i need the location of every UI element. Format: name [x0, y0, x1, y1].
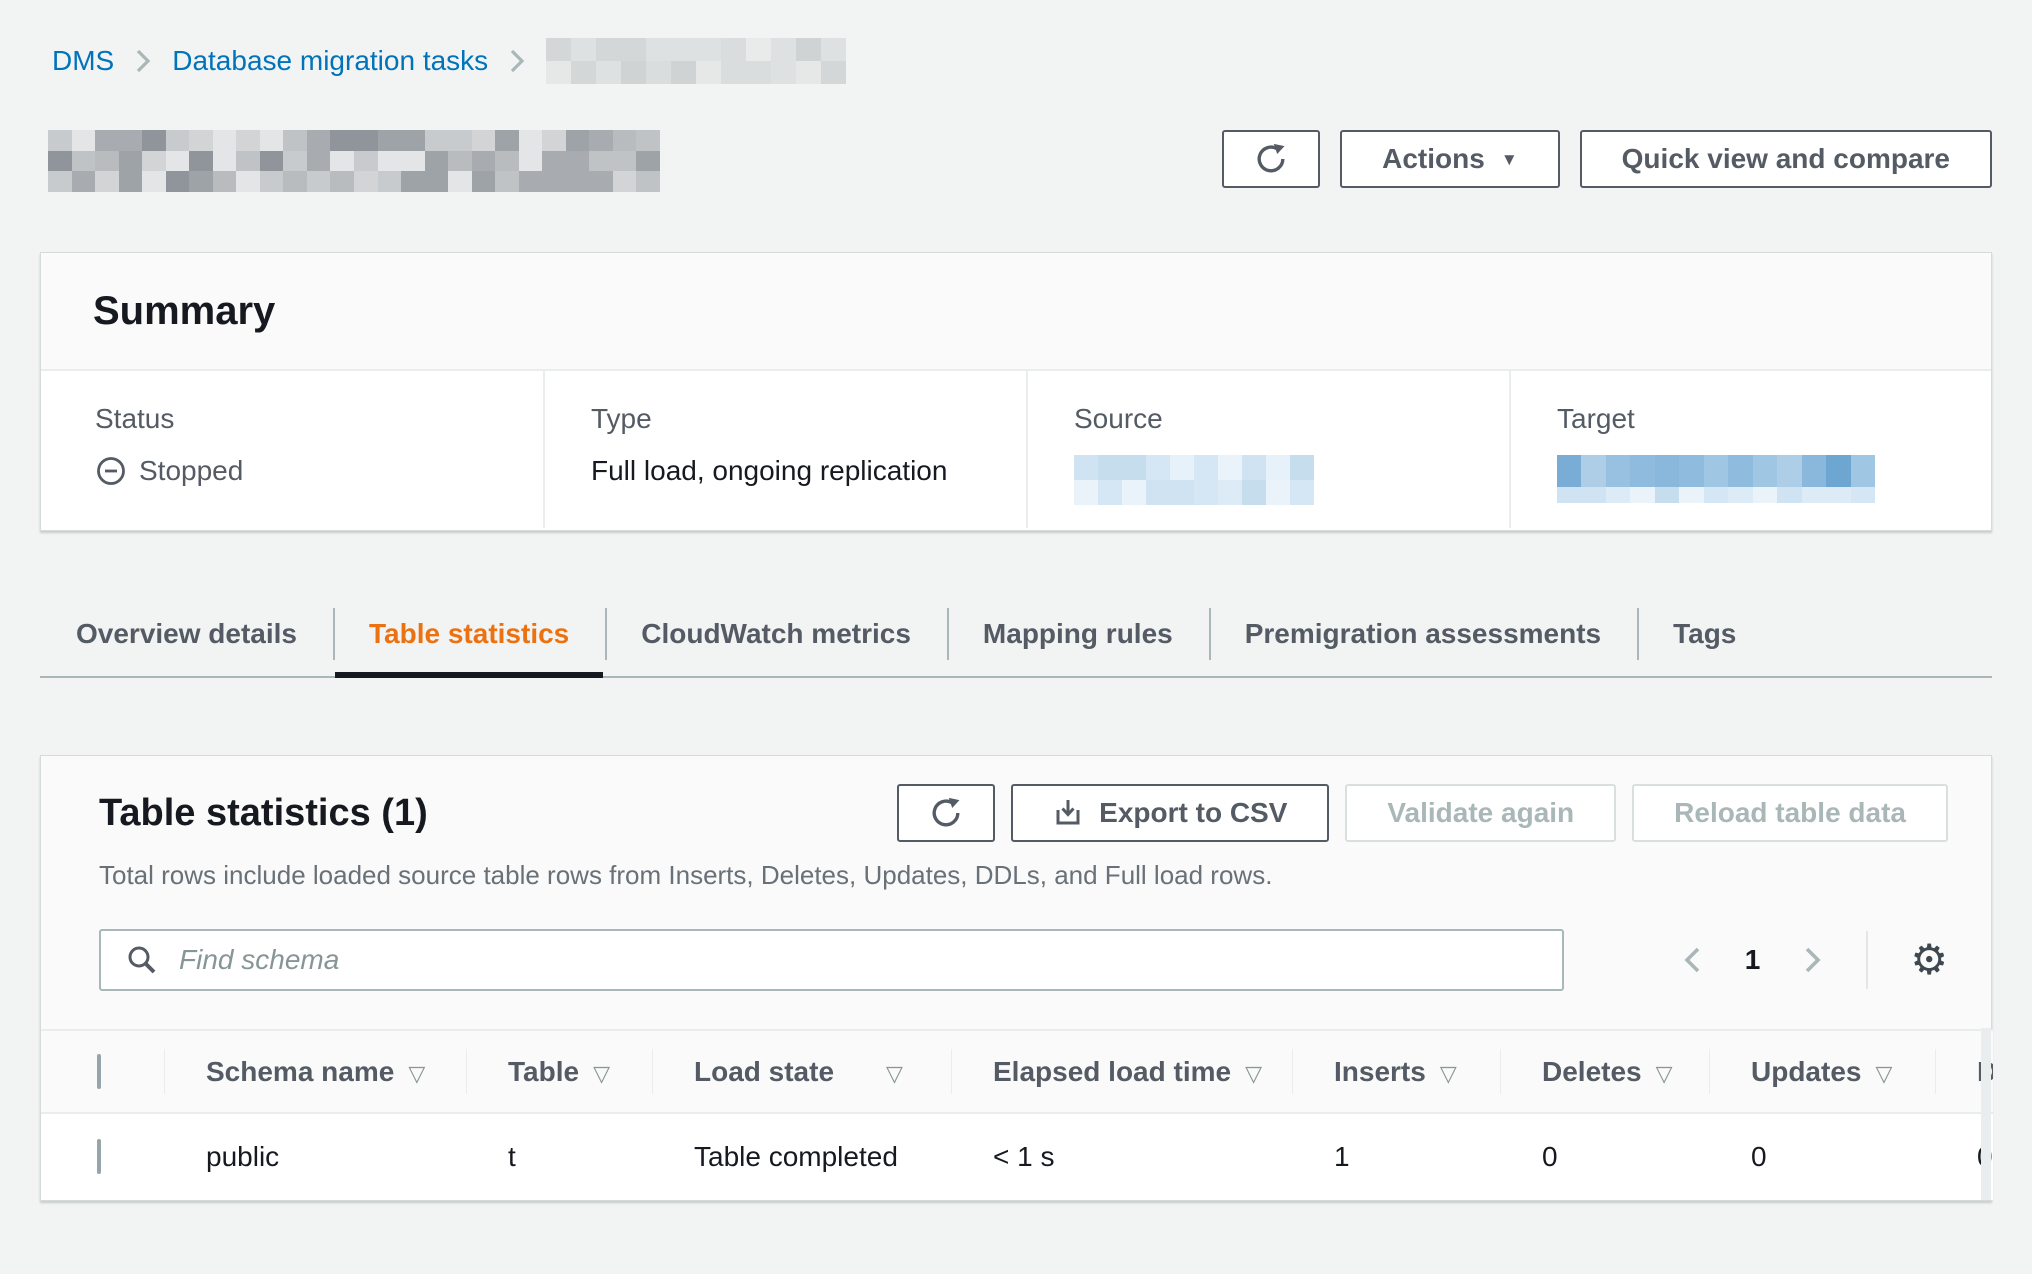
tab-cloudwatch-metrics[interactable]: CloudWatch metrics [605, 592, 947, 676]
refresh-icon [928, 795, 964, 831]
type-label: Type [591, 403, 1006, 435]
download-icon [1053, 798, 1083, 828]
table-refresh-button[interactable] [897, 784, 995, 842]
tab-premigration-assessments[interactable]: Premigration assessments [1209, 592, 1637, 676]
quick-view-compare-button[interactable]: Quick view and compare [1580, 130, 1992, 188]
cell-deletes: 0 [1500, 1113, 1709, 1200]
validate-again-button[interactable]: Validate again [1345, 784, 1616, 842]
search-icon [125, 943, 159, 977]
preferences-gear-icon[interactable]: ⚙ [1910, 939, 1948, 981]
reload-table-data-button[interactable]: Reload table data [1632, 784, 1948, 842]
caret-down-icon: ▼ [1501, 151, 1518, 168]
summary-panel-body: Status Stopped Type Full load, ongoing r… [41, 371, 1991, 528]
table-header-row: Schema name▽ Table▽ Load state▽ Elapsed … [41, 1030, 1993, 1113]
cell-inserts: 1 [1292, 1113, 1500, 1200]
sort-icon[interactable]: ▽ [1656, 1061, 1673, 1086]
pagination-divider [1866, 931, 1868, 989]
reload-table-data-label: Reload table data [1674, 797, 1906, 829]
breadcrumb: DMS Database migration tasks [52, 38, 846, 84]
export-to-csv-label: Export to CSV [1099, 797, 1287, 829]
tab-tags[interactable]: Tags [1637, 592, 1772, 676]
column-header-load-state[interactable]: Load state▽ [652, 1030, 951, 1113]
column-header-updates[interactable]: Updates▽ [1709, 1030, 1935, 1113]
schema-filter [99, 929, 1564, 991]
cell-updates: 0 [1709, 1113, 1935, 1200]
breadcrumb-tasks-link[interactable]: Database migration tasks [172, 45, 488, 77]
select-all-checkbox[interactable] [97, 1054, 101, 1089]
summary-panel: Summary Status Stopped Type Full load, o… [40, 252, 1992, 531]
type-value: Full load, ongoing replication [591, 455, 1006, 487]
stopped-icon [95, 455, 127, 487]
table-row: public t Table completed < 1 s 1 0 0 0 [41, 1113, 1993, 1200]
breadcrumb-chevron-icon [508, 47, 526, 75]
target-label: Target [1557, 403, 1875, 435]
refresh-icon [1253, 141, 1289, 177]
summary-field-source: Source [1026, 371, 1509, 528]
previous-page-button[interactable] [1681, 944, 1703, 976]
dms-task-page: { "breadcrumb": { "items": [ { "label": … [0, 0, 2032, 1274]
actions-button[interactable]: Actions ▼ [1340, 130, 1560, 188]
row-checkbox[interactable] [97, 1139, 101, 1174]
summary-field-type: Type Full load, ongoing replication [543, 371, 1026, 528]
status-value: Stopped [139, 455, 243, 487]
tab-overview-details[interactable]: Overview details [40, 592, 333, 676]
cell-schema-name: public [164, 1113, 466, 1200]
status-label: Status [95, 403, 523, 435]
summary-panel-header: Summary [41, 253, 1991, 371]
column-header-table[interactable]: Table▽ [466, 1030, 652, 1113]
page-title-redacted [48, 130, 660, 192]
current-page-number[interactable]: 1 [1745, 944, 1761, 976]
table-statistics-panel: Table statistics (1) Export to CSV Valid… [40, 755, 1992, 1201]
summary-field-status: Status Stopped [41, 371, 543, 528]
column-header-schema-name[interactable]: Schema name▽ [164, 1030, 466, 1113]
column-header-deletes[interactable]: Deletes▽ [1500, 1030, 1709, 1113]
table-scroll-edge [1981, 1028, 1991, 1200]
column-header-elapsed-load-time[interactable]: Elapsed load time▽ [951, 1030, 1292, 1113]
table-statistics-table: Schema name▽ Table▽ Load state▽ Elapsed … [41, 1029, 1993, 1200]
summary-field-target: Target [1509, 371, 1895, 528]
source-endpoint-link-redacted[interactable] [1074, 455, 1314, 505]
sort-icon[interactable]: ▽ [1440, 1061, 1457, 1086]
breadcrumb-chevron-icon [134, 47, 152, 75]
sort-icon[interactable]: ▽ [1875, 1061, 1892, 1086]
validate-again-label: Validate again [1387, 797, 1574, 829]
pagination: 1 ⚙ [1681, 931, 1948, 989]
tab-mapping-rules[interactable]: Mapping rules [947, 592, 1209, 676]
table-statistics-actions: Export to CSV Validate again Reload tabl… [897, 784, 1948, 842]
cell-elapsed-load-time: < 1 s [951, 1113, 1292, 1200]
find-schema-input[interactable] [179, 931, 1562, 989]
cell-table: t [466, 1113, 652, 1200]
refresh-button[interactable] [1222, 130, 1320, 188]
export-to-csv-button[interactable]: Export to CSV [1011, 784, 1329, 842]
table-statistics-title: Table statistics (1) [99, 792, 428, 835]
next-page-button[interactable] [1802, 944, 1824, 976]
table-statistics-description: Total rows include loaded source table r… [99, 860, 1948, 891]
summary-title: Summary [93, 289, 275, 334]
source-label: Source [1074, 403, 1489, 435]
column-header-inserts[interactable]: Inserts▽ [1292, 1030, 1500, 1113]
sort-icon[interactable]: ▽ [886, 1061, 903, 1086]
breadcrumb-dms-link[interactable]: DMS [52, 45, 114, 77]
tab-table-statistics[interactable]: Table statistics [333, 592, 605, 676]
page-actions: Actions ▼ Quick view and compare [1222, 130, 1992, 188]
breadcrumb-current-redacted [546, 38, 846, 84]
sort-icon[interactable]: ▽ [593, 1061, 610, 1086]
target-endpoint-link-redacted[interactable] [1557, 455, 1875, 503]
task-detail-tabs: Overview details Table statistics CloudW… [40, 592, 1992, 678]
cell-load-state: Table completed [652, 1113, 951, 1200]
sort-icon[interactable]: ▽ [408, 1061, 425, 1086]
actions-button-label: Actions [1382, 143, 1485, 175]
sort-icon[interactable]: ▽ [1245, 1061, 1262, 1086]
quick-view-label: Quick view and compare [1622, 143, 1950, 175]
